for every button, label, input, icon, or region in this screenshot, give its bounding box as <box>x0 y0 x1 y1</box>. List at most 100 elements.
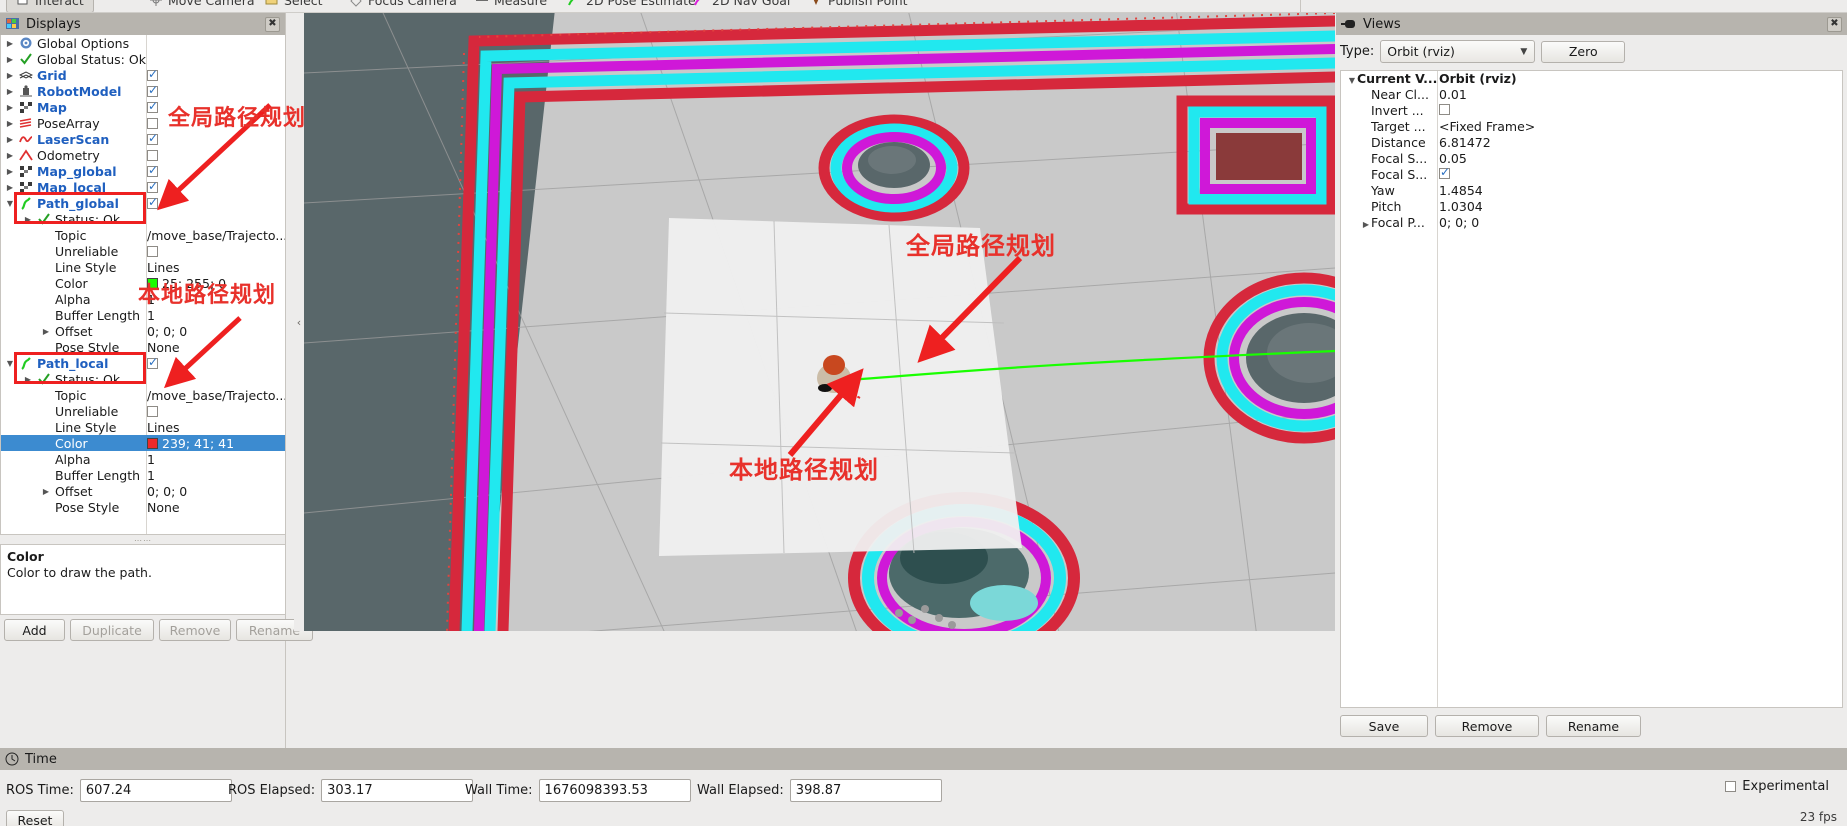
chevron-right-icon[interactable]: ▶ <box>5 103 15 112</box>
views-tree-row[interactable]: Pitch 1.0304 <box>1341 199 1842 215</box>
wall-time-input[interactable]: 1676098393.53 <box>538 779 691 802</box>
render-view-3d[interactable] <box>304 13 1335 631</box>
display-tree-row[interactable]: ▶ RobotModel <box>1 83 285 99</box>
display-tree-row[interactable]: ▶ Odometry <box>1 147 285 163</box>
display-tree-row[interactable]: ▶ Map <box>1 99 285 115</box>
display-row-value[interactable] <box>147 355 158 369</box>
ros-elapsed-input[interactable]: 303.17 <box>321 779 474 802</box>
panel-splitter[interactable]: ⋯⋯ <box>0 536 286 545</box>
display-tree-row[interactable]: ▶ PoseArray <box>1 115 285 131</box>
display-tree-row[interactable]: Line Style Lines <box>1 259 285 275</box>
display-row-value[interactable] <box>147 117 158 129</box>
tool-focus-camera[interactable]: Focus Camera <box>340 0 466 12</box>
rename-view-button[interactable]: Rename <box>1546 715 1641 737</box>
display-tree-row[interactable]: Unreliable <box>1 403 285 419</box>
views-row-value[interactable]: <Fixed Frame> <box>1439 119 1535 134</box>
views-row-value[interactable]: 0.01 <box>1439 87 1467 102</box>
visibility-checkbox[interactable] <box>147 179 158 193</box>
display-tree-row[interactable]: Topic/move_base/Trajecto... <box>1 227 285 243</box>
display-row-value[interactable]: 1 <box>147 452 155 467</box>
chevron-right-icon[interactable]: ▶ <box>5 87 15 96</box>
display-row-value[interactable] <box>147 405 158 417</box>
visibility-checkbox[interactable] <box>147 83 158 97</box>
remove-view-button[interactable]: Remove <box>1435 715 1539 737</box>
display-tree-row[interactable]: ▶ LaserScan <box>1 131 285 147</box>
views-tree-row[interactable]: Near Cl... 0.01 <box>1341 87 1842 103</box>
views-tree-row[interactable]: Yaw 1.4854 <box>1341 183 1842 199</box>
chevron-right-icon[interactable]: ▶ <box>5 151 15 160</box>
tool-2d-pose-estimate[interactable]: 2D Pose Estimate <box>558 0 705 12</box>
chevron-down-icon[interactable]: ▼ <box>1347 76 1357 85</box>
views-row-value[interactable] <box>1439 103 1450 118</box>
zero-button[interactable]: Zero <box>1541 40 1626 63</box>
color-swatch[interactable] <box>147 277 158 289</box>
display-tree-row[interactable]: ▶ Global Options <box>1 35 285 51</box>
display-row-value[interactable]: None <box>147 500 180 515</box>
views-row-value[interactable] <box>1439 165 1450 182</box>
display-row-value[interactable]: 0; 0; 0 <box>147 484 187 499</box>
visibility-checkbox[interactable] <box>147 245 158 257</box>
display-row-value[interactable]: 239; 41; 41 <box>147 436 234 451</box>
visibility-checkbox[interactable] <box>147 149 158 161</box>
display-tree-row[interactable]: ▶ Map_global <box>1 163 285 179</box>
display-tree-row[interactable]: ▶ Offset 0; 0; 0 <box>1 323 285 339</box>
display-row-value[interactable] <box>147 163 158 177</box>
display-tree-row[interactable]: Alpha 1 <box>1 291 285 307</box>
experimental-toggle[interactable]: Experimental <box>1725 779 1829 794</box>
views-checkbox[interactable] <box>1439 165 1450 179</box>
visibility-checkbox[interactable] <box>147 67 158 81</box>
display-row-value[interactable]: 25; 255; 0 <box>147 276 226 291</box>
display-row-value[interactable]: None <box>147 340 180 355</box>
display-tree-row[interactable]: Line Style Lines <box>1 419 285 435</box>
display-tree-row[interactable]: Alpha 1 <box>1 451 285 467</box>
display-row-value[interactable] <box>147 67 158 81</box>
visibility-checkbox[interactable] <box>147 117 158 129</box>
visibility-checkbox[interactable] <box>147 195 158 209</box>
display-tree-row[interactable]: Buffer Length 1 <box>1 467 285 483</box>
views-tree-row[interactable]: Focal S... 0.05 <box>1341 151 1842 167</box>
chevron-right-icon[interactable]: ▶ <box>5 167 15 176</box>
display-row-value[interactable]: 0; 0; 0 <box>147 324 187 339</box>
tool-measure[interactable]: Measure <box>466 0 556 12</box>
chevron-right-icon[interactable]: ▶ <box>1361 220 1371 229</box>
views-tree-row[interactable]: ▼ Current V... Orbit (rviz) <box>1341 71 1842 87</box>
views-tree-row[interactable]: ▶ Focal P... 0; 0; 0 <box>1341 215 1842 231</box>
views-row-value[interactable]: 0.05 <box>1439 151 1467 166</box>
display-tree-row[interactable]: Color 239; 41; 41 <box>1 435 285 451</box>
close-icon[interactable]: ✖ <box>1827 16 1842 32</box>
tool-select[interactable]: Select <box>256 0 332 12</box>
views-tree-row[interactable]: Distance 6.81472 <box>1341 135 1842 151</box>
views-tree-row[interactable]: Focal S... <box>1341 165 1842 183</box>
display-row-value[interactable] <box>147 149 158 161</box>
display-tree-row[interactable]: Buffer Length 1 <box>1 307 285 323</box>
tool-publish-point[interactable]: Publish Point <box>800 0 917 12</box>
views-row-value[interactable]: 6.81472 <box>1439 135 1491 150</box>
visibility-checkbox[interactable] <box>147 355 158 369</box>
ros-time-input[interactable]: 607.24 <box>79 779 232 802</box>
display-row-value[interactable]: 1 <box>147 292 155 307</box>
left-splitter-handle[interactable]: ‹ <box>294 13 304 631</box>
display-tree-row[interactable]: Pose Style None <box>1 499 285 515</box>
views-row-value[interactable]: 1.0304 <box>1439 199 1483 214</box>
display-tree-row[interactable]: ▶ Offset 0; 0; 0 <box>1 483 285 499</box>
display-row-value[interactable] <box>147 195 158 209</box>
views-tree-row[interactable]: Target ... <Fixed Frame> <box>1341 119 1842 135</box>
views-row-value[interactable]: 1.4854 <box>1439 183 1483 198</box>
chevron-right-icon[interactable]: ▶ <box>5 119 15 128</box>
close-icon[interactable]: ✖ <box>265 16 280 32</box>
tool-2d-nav-goal[interactable]: 2D Nav Goal <box>684 0 799 12</box>
views-row-value[interactable]: 0; 0; 0 <box>1439 215 1479 230</box>
display-tree-row[interactable]: Color 25; 255; 0 <box>1 275 285 291</box>
display-row-value[interactable] <box>147 99 158 113</box>
tool-move-camera[interactable]: Move Camera <box>140 0 264 12</box>
displays-tree[interactable]: ▶ Global Options ▶ Global Status: Ok ▶ Grid ▶ R… <box>0 35 286 535</box>
display-row-value[interactable] <box>147 245 158 257</box>
chevron-right-icon[interactable]: ▶ <box>5 135 15 144</box>
display-row-value[interactable] <box>147 179 158 193</box>
chevron-right-icon[interactable]: ▶ <box>41 327 51 336</box>
reset-button[interactable]: Reset <box>6 810 64 826</box>
chevron-right-icon[interactable]: ▶ <box>41 487 51 496</box>
display-row-value[interactable]: /move_base/Trajecto... <box>147 388 285 403</box>
display-tree-row[interactable]: ▶ Global Status: Ok <box>1 51 285 67</box>
views-row-value[interactable]: Orbit (rviz) <box>1439 71 1517 86</box>
